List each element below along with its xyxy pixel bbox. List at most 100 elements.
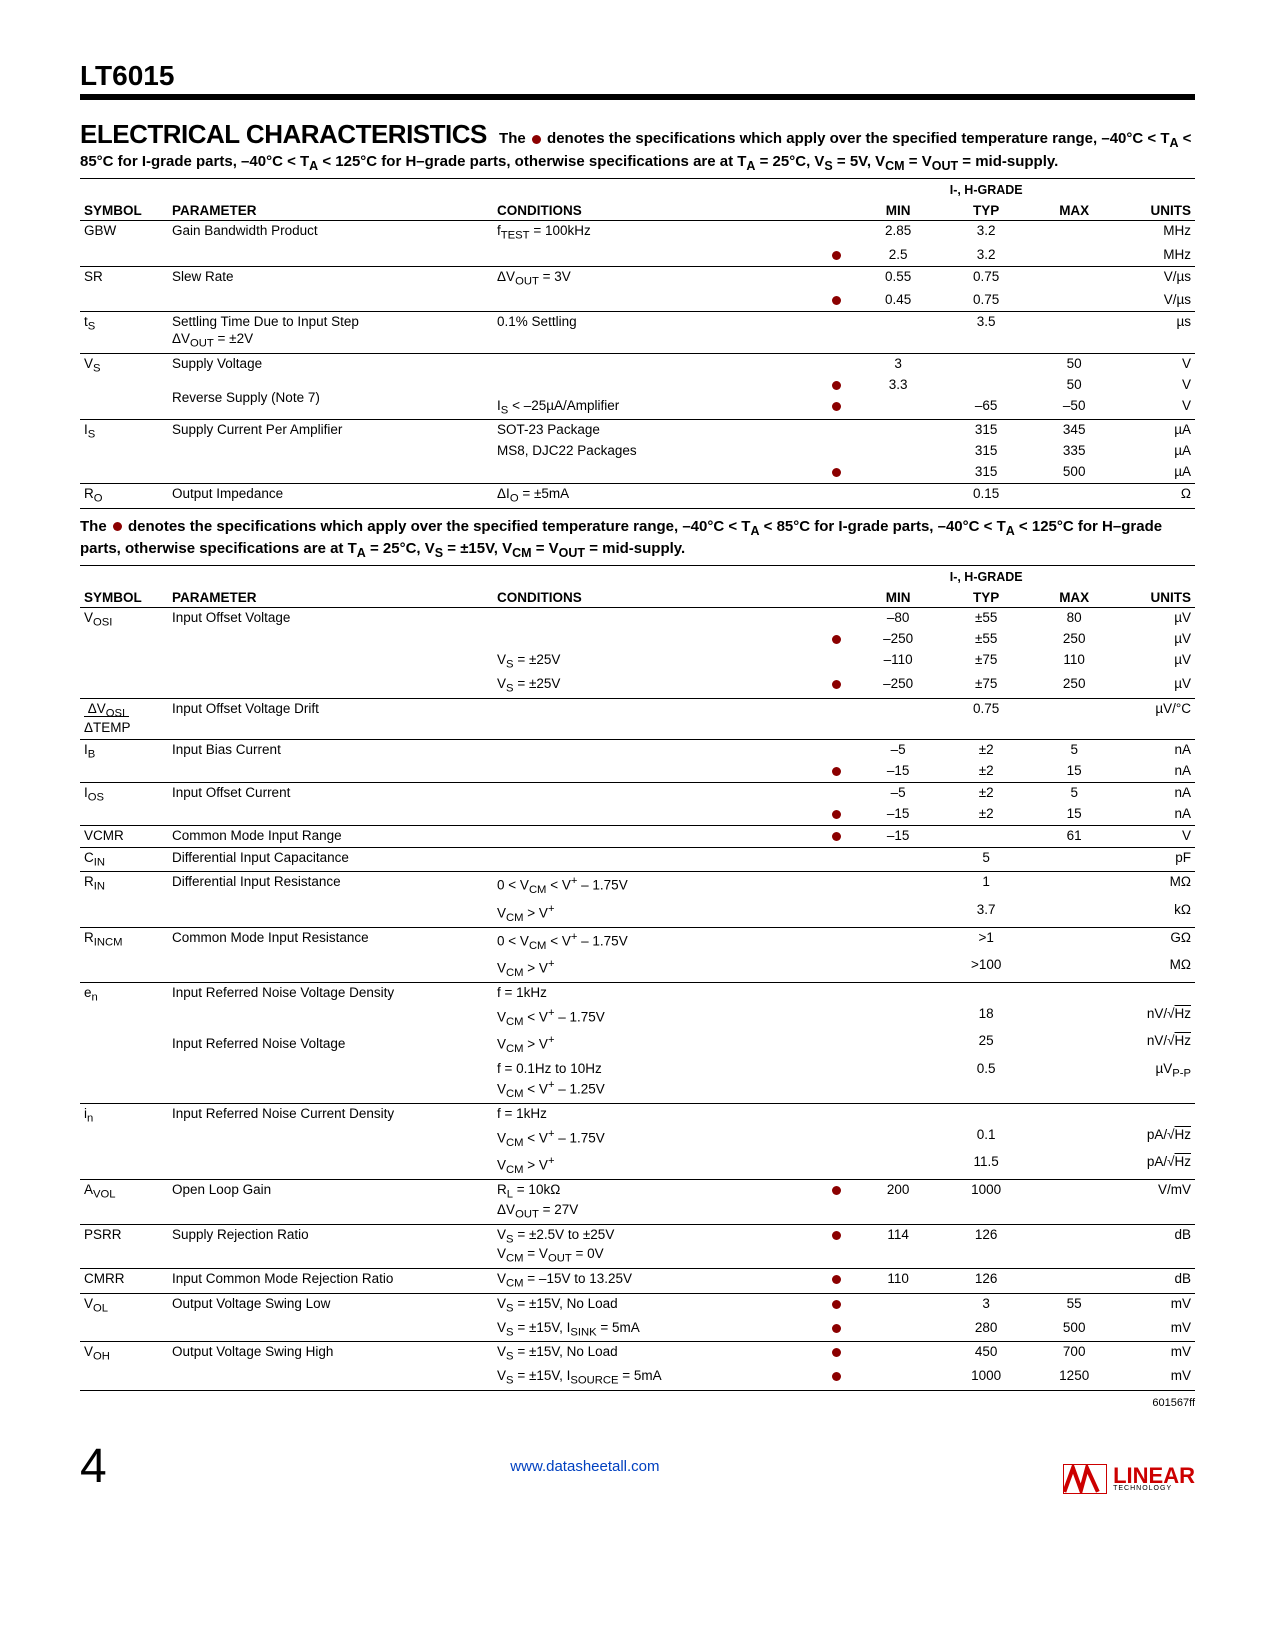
min bbox=[854, 1366, 942, 1390]
min: –5 bbox=[854, 782, 942, 803]
min bbox=[854, 484, 942, 509]
min bbox=[854, 1293, 942, 1317]
unit: nA bbox=[1118, 782, 1195, 803]
dot-cell bbox=[818, 1180, 854, 1225]
unit: pA/√Hz bbox=[1118, 1152, 1195, 1180]
typ: ±75 bbox=[942, 674, 1030, 698]
max bbox=[1030, 900, 1118, 928]
max: 335 bbox=[1030, 441, 1118, 462]
dot-cell bbox=[818, 1059, 854, 1104]
min bbox=[854, 1318, 942, 1342]
parameter: Slew Rate bbox=[168, 266, 493, 312]
condition: VS = ±25V bbox=[493, 674, 818, 698]
dot-cell bbox=[818, 629, 854, 650]
typ: 315 bbox=[942, 462, 1030, 483]
parameter: Gain Bandwidth Product bbox=[168, 221, 493, 267]
unit: V bbox=[1118, 353, 1195, 374]
dot-cell bbox=[818, 221, 854, 245]
unit: V bbox=[1118, 396, 1195, 420]
typ: 3.5 bbox=[942, 312, 1030, 354]
condition bbox=[493, 825, 818, 847]
unit: µV bbox=[1118, 629, 1195, 650]
page-number: 4 bbox=[80, 1439, 107, 1494]
typ: >100 bbox=[942, 955, 1030, 983]
typ bbox=[942, 353, 1030, 374]
unit: pA/√Hz bbox=[1118, 1125, 1195, 1152]
doc-code: 601567ff bbox=[80, 1397, 1195, 1409]
condition: ΔVOUT = 3V bbox=[493, 266, 818, 290]
condition bbox=[493, 353, 818, 374]
min: –5 bbox=[854, 740, 942, 761]
max: 50 bbox=[1030, 353, 1118, 374]
parameter: Settling Time Due to Input StepΔVOUT = ±… bbox=[168, 312, 493, 354]
max bbox=[1030, 1059, 1118, 1104]
condition: VS = ±15V, ISOURCE = 5mA bbox=[493, 1366, 818, 1390]
dot-cell bbox=[818, 761, 854, 782]
min: 3 bbox=[854, 353, 942, 374]
max: 5 bbox=[1030, 782, 1118, 803]
unit bbox=[1118, 983, 1195, 1004]
symbol: ΔVOSI ΔTEMP bbox=[80, 698, 168, 740]
min: 3.3 bbox=[854, 375, 942, 396]
max: 80 bbox=[1030, 608, 1118, 629]
footer-link[interactable]: www.datasheetall.com bbox=[510, 1458, 659, 1475]
min bbox=[854, 955, 942, 983]
dot-cell bbox=[818, 1366, 854, 1390]
typ: 25 bbox=[942, 1031, 1030, 1058]
condition: VCM < V+ – 1.75V bbox=[493, 1004, 818, 1031]
condition bbox=[493, 740, 818, 761]
symbol: IB bbox=[80, 740, 168, 783]
parameter: Supply Current Per Amplifier bbox=[168, 420, 493, 484]
max bbox=[1030, 983, 1118, 1004]
typ: 126 bbox=[942, 1224, 1030, 1269]
typ: ±2 bbox=[942, 740, 1030, 761]
dot-cell bbox=[818, 698, 854, 740]
max bbox=[1030, 1180, 1118, 1225]
max bbox=[1030, 927, 1118, 955]
min bbox=[854, 441, 942, 462]
max: 250 bbox=[1030, 629, 1118, 650]
symbol: AVOL bbox=[80, 1180, 168, 1225]
unit: V/µs bbox=[1118, 266, 1195, 290]
typ: 5 bbox=[942, 847, 1030, 872]
mid-note: The denotes the specifications which app… bbox=[80, 517, 1195, 562]
unit: dB bbox=[1118, 1269, 1195, 1294]
dot-cell bbox=[818, 1224, 854, 1269]
min bbox=[854, 1059, 942, 1104]
min bbox=[854, 1152, 942, 1180]
min: 0.55 bbox=[854, 266, 942, 290]
min bbox=[854, 1004, 942, 1031]
symbol: VOH bbox=[80, 1342, 168, 1391]
dot-cell bbox=[818, 462, 854, 483]
symbol: RO bbox=[80, 484, 168, 509]
parameter: Output Impedance bbox=[168, 484, 493, 509]
unit: kΩ bbox=[1118, 900, 1195, 928]
dot-cell bbox=[818, 927, 854, 955]
part-number: LT6015 bbox=[80, 60, 1195, 92]
dot-cell bbox=[818, 1152, 854, 1180]
max: 5 bbox=[1030, 740, 1118, 761]
max bbox=[1030, 1031, 1118, 1058]
dot-cell bbox=[818, 1125, 854, 1152]
min: 0.45 bbox=[854, 290, 942, 311]
typ: 3.2 bbox=[942, 221, 1030, 245]
symbol: tS bbox=[80, 312, 168, 354]
min bbox=[854, 847, 942, 872]
max: 110 bbox=[1030, 650, 1118, 674]
dot-cell bbox=[818, 420, 854, 441]
min bbox=[854, 900, 942, 928]
unit: µVP-P bbox=[1118, 1059, 1195, 1104]
max: 15 bbox=[1030, 761, 1118, 782]
max bbox=[1030, 484, 1118, 509]
min: –15 bbox=[854, 804, 942, 825]
symbol: in bbox=[80, 1103, 168, 1179]
symbol: GBW bbox=[80, 221, 168, 267]
typ: 0.1 bbox=[942, 1125, 1030, 1152]
parameter: Input Offset Voltage bbox=[168, 608, 493, 698]
typ: 18 bbox=[942, 1004, 1030, 1031]
unit: V/µs bbox=[1118, 290, 1195, 311]
condition: VCM > V+ bbox=[493, 955, 818, 983]
min: –110 bbox=[854, 650, 942, 674]
max: 61 bbox=[1030, 825, 1118, 847]
max bbox=[1030, 1004, 1118, 1031]
